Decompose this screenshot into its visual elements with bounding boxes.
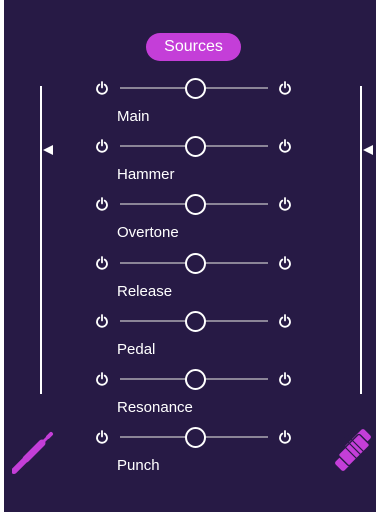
microphone-icon[interactable] xyxy=(330,426,378,474)
channel-slider-knob[interactable] xyxy=(184,194,206,215)
channel-slider-knob[interactable] xyxy=(184,253,206,274)
power-icon[interactable] xyxy=(95,430,109,444)
channel-label: Resonance xyxy=(117,399,193,416)
channel-slider-knob[interactable] xyxy=(184,427,206,448)
sources-button[interactable]: Sources xyxy=(146,33,241,61)
power-icon[interactable] xyxy=(278,139,292,153)
sources-panel: Sources Main Hammer Overtone Release Ped… xyxy=(4,0,376,512)
power-icon[interactable] xyxy=(95,256,109,270)
power-icon[interactable] xyxy=(278,314,292,328)
channel-label: Main xyxy=(117,108,150,125)
channel-slider-knob[interactable] xyxy=(184,311,206,332)
channel-slider-knob[interactable] xyxy=(184,136,206,157)
power-icon[interactable] xyxy=(278,372,292,386)
channel-label: Pedal xyxy=(117,341,156,358)
power-icon[interactable] xyxy=(95,372,109,386)
channel-label: Punch xyxy=(117,457,160,474)
power-icon[interactable] xyxy=(278,81,292,95)
power-icon[interactable] xyxy=(95,81,109,95)
power-icon[interactable] xyxy=(95,197,109,211)
channel-row-punch: Punch xyxy=(4,427,383,495)
channel-slider-knob[interactable] xyxy=(184,369,206,390)
power-icon[interactable] xyxy=(95,314,109,328)
audio-cable-icon[interactable] xyxy=(12,426,60,474)
channel-slider-knob[interactable] xyxy=(184,78,206,99)
power-icon[interactable] xyxy=(278,256,292,270)
channel-label: Release xyxy=(117,283,173,300)
power-icon[interactable] xyxy=(278,197,292,211)
power-icon[interactable] xyxy=(278,430,292,444)
power-icon[interactable] xyxy=(95,139,109,153)
channel-label: Overtone xyxy=(117,224,179,241)
channel-label: Hammer xyxy=(117,166,175,183)
